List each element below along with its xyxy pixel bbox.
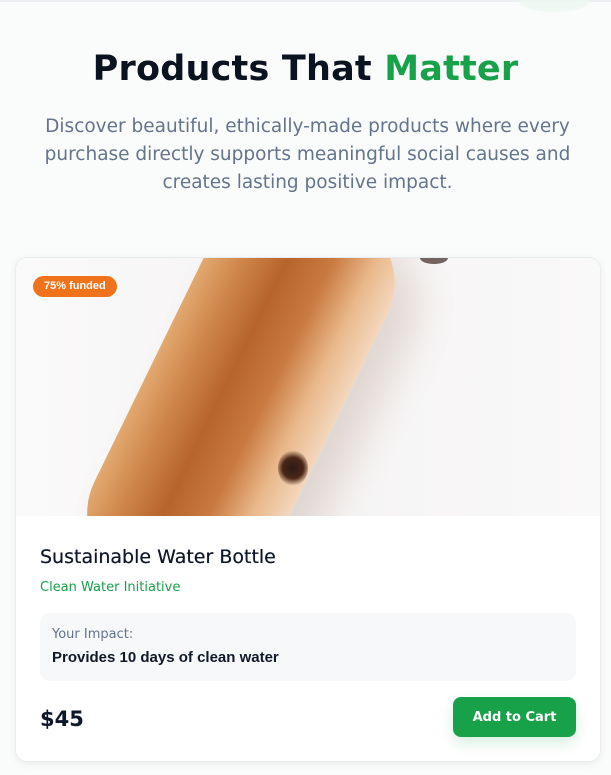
water-bottle-illustration [63, 258, 419, 516]
decorative-blob [519, 0, 589, 12]
product-card[interactable]: 75% funded Sustainable Water Bottle Clea… [15, 257, 601, 762]
impact-box: Your Impact: Provides 10 days of clean w… [40, 613, 576, 681]
page-subtitle: Discover beautiful, ethically-made produ… [44, 116, 571, 193]
product-name[interactable]: Sustainable Water Bottle [40, 545, 276, 569]
impact-value: Provides 10 days of clean water [52, 649, 279, 666]
impact-label: Your Impact: [52, 627, 134, 642]
product-price: $45 [40, 707, 84, 731]
page-title-main: Products That [92, 49, 372, 89]
funded-badge: 75% funded [33, 276, 117, 297]
cause-link[interactable]: Clean Water Initiative [40, 579, 180, 597]
product-image[interactable]: 75% funded [16, 258, 600, 516]
page-title: Products That Matter [0, 46, 611, 92]
bottle-cap-detail [420, 258, 448, 264]
add-to-cart-button[interactable]: Add to Cart [453, 697, 576, 737]
page-title-accent: Matter [384, 49, 519, 89]
wood-knot-detail [278, 450, 308, 486]
